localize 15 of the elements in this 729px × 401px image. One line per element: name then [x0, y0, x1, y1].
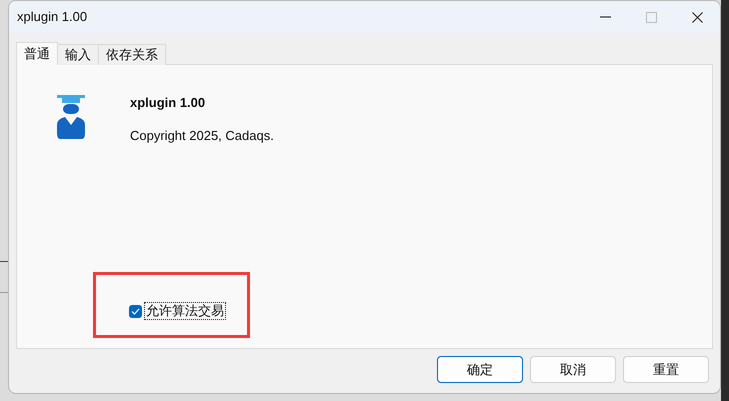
dialog-button[interactable]: 确定	[437, 356, 523, 383]
check-icon	[131, 308, 140, 314]
dialog-button[interactable]: 取消	[530, 356, 616, 383]
tab[interactable]: 输入	[57, 44, 99, 65]
close-icon	[692, 12, 702, 22]
minimize-icon	[600, 16, 610, 18]
checkbox[interactable]	[129, 304, 142, 318]
maximize-icon	[646, 12, 656, 22]
graduate-avatar-icon	[57, 95, 85, 139]
tab[interactable]: 依存关系	[98, 44, 166, 65]
plugin-name: xplugin 1.00	[130, 95, 206, 111]
copyright-text: Copyright 2025, Cadaqs.	[130, 128, 274, 144]
dialog-button[interactable]: 重置	[623, 356, 709, 383]
tab[interactable]: 普通	[16, 42, 58, 65]
window-title: xplugin 1.00	[17, 8, 88, 26]
